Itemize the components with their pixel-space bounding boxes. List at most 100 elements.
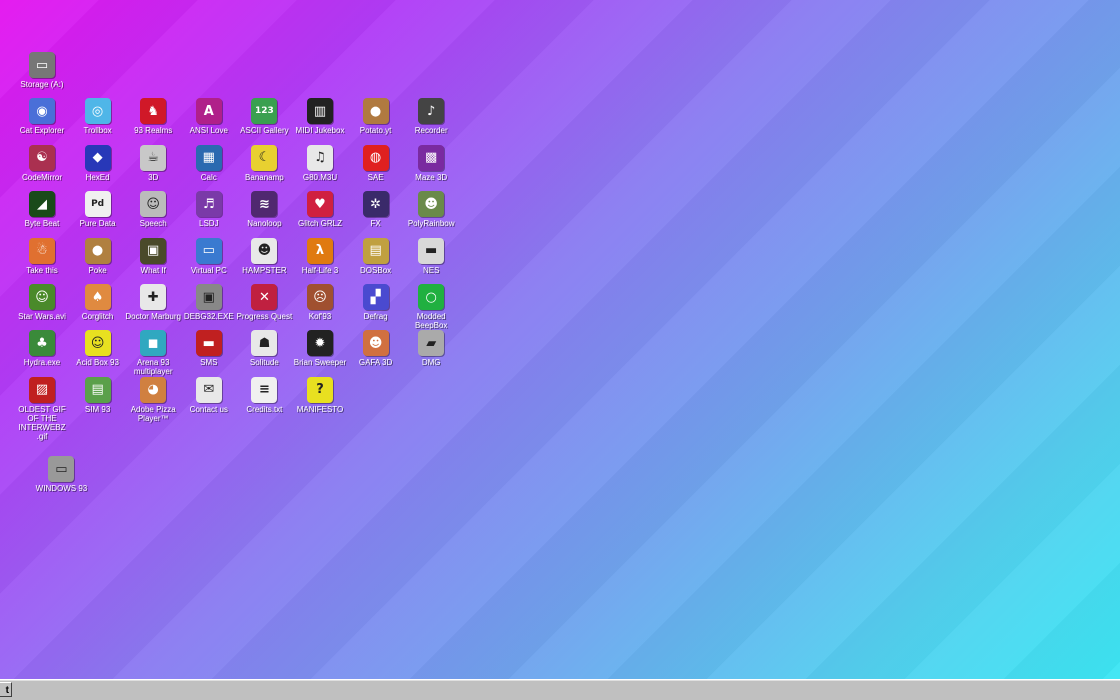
desktop-icon-label: 93 Realms (134, 126, 173, 136)
pokeball-icon: ● (84, 237, 111, 264)
desktop-icon-doctor-marburg[interactable]: ✚ Doctor Marburg (125, 284, 181, 321)
desktop-icon-sim-93[interactable]: ▤ SIM 93 (70, 376, 126, 414)
desktop-icon-dosbox[interactable]: ▤ DOSBox (348, 237, 404, 275)
desktop-icon-manifesto[interactable]: ? MANIFESTO (292, 376, 348, 414)
desktop-icon-g80-m3u[interactable]: ♫ G80.M3U (292, 144, 348, 182)
desktop-icon-hampster[interactable]: ☻ HAMPSTER (236, 237, 292, 275)
desktop-icon-solitude[interactable]: ☗ Solitude (236, 330, 292, 367)
face-icon: ☻ (362, 330, 389, 357)
desktop-icon-arena-93-multiplayer[interactable]: ◼ Arena 93 multiplayer (125, 330, 181, 376)
desktop-icon-calc[interactable]: ▦ Calc (181, 144, 237, 182)
desktop-icon-debg32-exe[interactable]: ▣ DEBG32.EXE (181, 284, 237, 321)
microphone-icon: ♪ (418, 98, 445, 125)
desktop-icon-take-this[interactable]: ☃ Take this (14, 237, 70, 275)
desktop-icon-half-life-3[interactable]: λ Half-Life 3 (292, 237, 348, 275)
desktop-icon-label: Contact us (189, 404, 228, 414)
desktop-icon-recorder[interactable]: ♪ Recorder (403, 98, 459, 135)
globe-cat-icon: ◉ (29, 98, 55, 125)
desktop-icon-3d[interactable]: ☕ 3D (125, 144, 181, 182)
start-button[interactable]: t (0, 682, 12, 697)
desktop-icon-bananamp[interactable]: ☾ Bananamp (236, 144, 292, 182)
desktop-icon-gafa-3d[interactable]: ☻ GAFA 3D (348, 330, 404, 367)
desktop-icon-star-wars-avi[interactable]: ☺ Star Wars.avi (14, 284, 70, 321)
desktop-icon-maze-3d[interactable]: ▩ Maze 3D (403, 144, 459, 182)
desktop-icon-label: Virtual PC (190, 265, 227, 275)
desktop-icon-hydra-exe[interactable]: ♣ Hydra.exe (14, 330, 70, 367)
gif-icon: ▨ (29, 376, 55, 403)
desktop-icon-hexed[interactable]: ◆ HexEd (70, 144, 126, 182)
pizza-icon: ◕ (140, 376, 167, 403)
desktop-icon-irl[interactable]: ▬irl (0, 330, 14, 367)
desktop-icon-storage-a[interactable]: ▭ Storage (A:) (14, 52, 70, 89)
desktop-icon-label: G80.M3U (302, 172, 338, 182)
desktop-icon-poke[interactable]: ● Poke (70, 237, 126, 275)
desktop-icon-dmg[interactable]: ▰ DMG (403, 330, 459, 367)
desktop-icon-fx[interactable]: ✲ FX (348, 191, 404, 228)
desktop-icon-cat-explorer[interactable]: ◉ Cat Explorer (14, 98, 70, 135)
desktop-icon-pure-data[interactable]: Pd Pure Data (70, 191, 126, 228)
desktop-icon-codemirror[interactable]: ☯ CodeMirror (14, 144, 70, 182)
desktop-icon-ansi-love[interactable]: A ANSI Love (181, 98, 237, 135)
desktop-icon-credits-txt[interactable]: ≡ Credits.txt (236, 376, 292, 414)
desktop-icon-label: Take this (26, 265, 58, 275)
desktop-icon-contact-us[interactable]: ✉ Contact us (181, 376, 237, 414)
desktop-icon-label: Kof'93 (308, 312, 332, 321)
desktop-icon-oldest-gif-of-the-interwebz-gif[interactable]: ▨ OLDEST GIF OF THE INTERWEBZ .gif (14, 376, 70, 441)
desktop-icon-label: Arena 93 multiplayer (133, 358, 173, 377)
fighter-icon: ☹ (307, 284, 333, 310)
desktop-icon-brian-sweeper[interactable]: ✹ Brian Sweeper (292, 330, 348, 367)
desktop-icon-ascii-gallery[interactable]: 123 ASCII Gallery (236, 98, 292, 135)
desktop-icon-what-if[interactable]: ▣ What If (125, 237, 181, 275)
desktop-icon-windows-93[interactable]: ▭ WINDOWS 93 (33, 456, 89, 493)
desktop-icon-corglitch[interactable]: ♠ Corglitch (70, 284, 126, 321)
desktop-icon-label: OLDEST GIF OF THE INTERWEBZ .gif (18, 404, 66, 441)
desktop-icon-ag-gif[interactable]: ▨ag .gif (0, 8, 14, 45)
desktop-icon-kof-93[interactable]: ☹ Kof'93 (292, 284, 348, 321)
desktop-icon-l[interactable]: ▬l (0, 456, 14, 493)
desktop-icon-c[interactable]: ▭C:) (0, 52, 14, 89)
arena-cube-icon: ◼ (140, 330, 167, 357)
desktop-icon-lsdj[interactable]: ♬ LSDJ (181, 191, 237, 228)
ball-icon: ◍ (362, 144, 389, 171)
desktop-icon-virtual-pc[interactable]: ▭ Virtual PC (181, 237, 237, 275)
code-cat-icon: ☯ (29, 144, 55, 171)
desktop-icon-sms[interactable]: ▬ SMS (181, 330, 237, 367)
text-file-icon: ≡ (251, 376, 278, 403)
desktop-icon-potato-yt[interactable]: ● Potato.yt (348, 98, 404, 135)
desktop-icon-nes[interactable]: ▬ NES (403, 237, 459, 275)
desktop-icon-trollbox[interactable]: ◎ Trollbox (70, 98, 126, 135)
desktop-icon-g[interactable]: ▬g (0, 284, 14, 321)
desktop-icon-sae[interactable]: ◍ SAE (348, 144, 404, 182)
desktop-icon-defrag[interactable]: ▞ Defrag (348, 284, 404, 321)
desktop-icon-label: Poke (88, 265, 107, 275)
desktop-icon-acid-box-93[interactable]: ☺ Acid Box 93 (70, 330, 126, 367)
desktop-icon-label: Cat Explorer (19, 126, 65, 136)
desktop-icon-l[interactable]: ▬l (0, 98, 14, 135)
desktop-icon-label: Potato.yt (359, 126, 392, 136)
desktop-icon-label: Defrag (363, 312, 388, 321)
sim-icon: ▤ (84, 376, 111, 403)
desktop-icon-label: Credits.txt (246, 404, 283, 414)
desktop-icon-label: GAFA 3D (358, 358, 393, 368)
desktop-icon-modded-beepbox[interactable]: ○ Modded BeepBox (403, 284, 459, 330)
desktop-icon-93-realms[interactable]: ♞ 93 Realms (125, 98, 181, 135)
desktop-icon-label: WINDOWS 93 (35, 484, 88, 493)
desktop-icon-byte-beat[interactable]: ◢ Byte Beat (14, 191, 70, 228)
desktop-icon-label: irl (0, 358, 14, 367)
floppy-drive-icon: ▭ (29, 52, 55, 78)
desktop-icon-t-a-est[interactable]: ▬t a est (0, 377, 14, 414)
teapot-icon: ☕ (140, 144, 167, 171)
dragon-icon: ♞ (140, 98, 167, 125)
desktop-icon-label: Solitude (249, 358, 279, 368)
speech-icon: ☺ (140, 191, 167, 218)
desktop-icon-label: Calc (200, 172, 217, 182)
yoda-icon: ☺ (29, 284, 55, 310)
desktop-icon-nanoloop[interactable]: ≋ Nanoloop (236, 191, 292, 228)
desktop-icon-polyrainbow[interactable]: ☻ PolyRainbow (403, 191, 459, 228)
desktop-icon-progress-quest[interactable]: ✕ Progress Quest (236, 284, 292, 321)
desktop-icon-glitch-grlz[interactable]: ♥ Glitch GRLZ (292, 191, 348, 228)
desktop-icon-adobe-pizza-player[interactable]: ◕ Adobe Pizza Player™ (125, 376, 181, 423)
desktop-icon-midi-jukebox[interactable]: ▥ MIDI Jukebox (292, 98, 348, 135)
desktop-icon-speech[interactable]: ☺ Speech (125, 191, 181, 228)
desktop[interactable]: ▨ag .gif▭Storage (A:)▭C:)▬l◉Cat Explorer… (0, 0, 1120, 680)
